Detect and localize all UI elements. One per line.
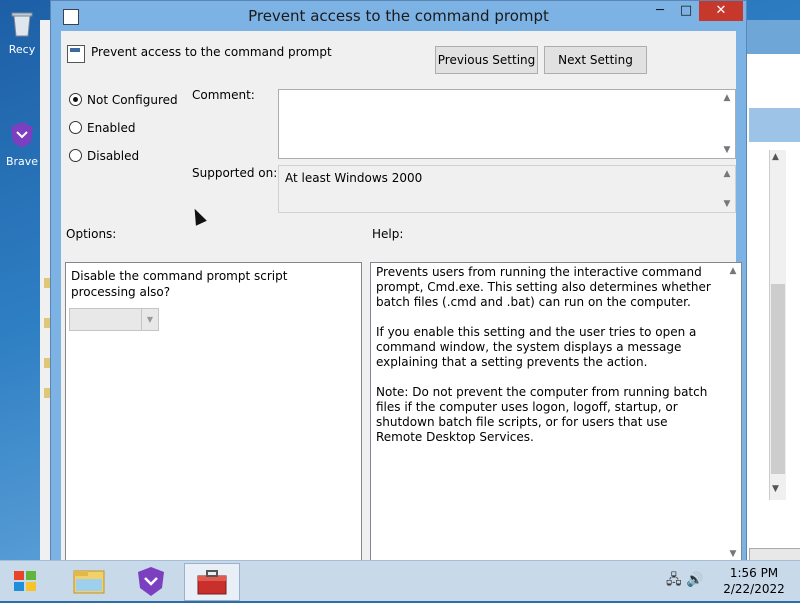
brave-icon (11, 122, 33, 148)
title-bar[interactable]: Prevent access to the command prompt ─ □… (51, 1, 746, 31)
radio-disabled[interactable]: Disabled (69, 149, 139, 163)
radio-button[interactable] (69, 149, 82, 162)
background-window-right: ▲ ▼ (740, 20, 800, 570)
desktop-icon-brave[interactable]: Brave (2, 120, 42, 168)
policy-title: Prevent access to the command prompt (91, 45, 332, 59)
selected-row (749, 108, 800, 142)
script-processing-dropdown[interactable]: ▼ (69, 308, 159, 331)
dialog-client: Prevent access to the command prompt Pre… (61, 31, 742, 563)
scroll-down-icon[interactable]: ▼ (772, 484, 779, 494)
previous-setting-button[interactable]: Previous Setting (435, 46, 538, 74)
window-header (741, 20, 800, 54)
taskbar: 🖧 🔊 1:56 PM 2/22/2022 (0, 560, 800, 601)
radio-label: Disabled (87, 149, 140, 163)
options-pane: Disable the command prompt script proces… (65, 262, 362, 563)
taskbar-clock[interactable]: 1:56 PM 2/22/2022 (712, 565, 796, 597)
clock-time: 1:56 PM (729, 566, 779, 580)
help-text: Prevents users from running the interact… (376, 265, 716, 460)
close-icon: ✕ (715, 3, 727, 18)
network-icon[interactable]: 🖧 (666, 572, 682, 588)
recycle-bin-icon (11, 12, 33, 37)
comment-scrollbar[interactable]: ▲ ▼ (719, 90, 735, 158)
close-button[interactable]: ✕ (699, 1, 743, 21)
taskbar-group-policy[interactable] (184, 563, 240, 601)
help-pane: Prevents users from running the interact… (370, 262, 742, 563)
comment-label: Comment: (192, 88, 255, 102)
help-paragraph: Prevents users from running the interact… (376, 265, 711, 309)
toolbox-icon (197, 570, 227, 595)
chevron-down-icon[interactable]: ▼ (141, 309, 158, 330)
volume-icon[interactable]: 🔊 (686, 572, 703, 588)
start-button[interactable] (6, 565, 46, 597)
radio-label: Not Configured (87, 93, 178, 107)
radio-not-configured[interactable]: Not Configured (69, 93, 178, 107)
radio-button[interactable] (69, 121, 82, 134)
help-paragraph: If you enable this setting and the user … (376, 325, 697, 369)
supported-on-label: Supported on: (192, 166, 278, 180)
policy-setting-icon (67, 45, 85, 63)
maximize-icon: □ (679, 3, 693, 18)
minimize-button[interactable]: ─ (647, 1, 673, 21)
scroll-up-icon[interactable]: ▲ (719, 166, 735, 182)
scroll-thumb[interactable] (771, 284, 785, 474)
brave-icon (138, 567, 164, 596)
policy-dialog: Prevent access to the command prompt ─ □… (50, 0, 747, 563)
next-setting-button[interactable]: Next Setting (544, 46, 647, 74)
supported-on-value: At least Windows 2000 (285, 171, 423, 185)
maximize-button[interactable]: □ (673, 1, 699, 21)
help-label: Help: (372, 227, 404, 241)
window-title: Prevent access to the command prompt (248, 7, 549, 25)
supported-scrollbar[interactable]: ▲ ▼ (719, 166, 735, 212)
system-tray[interactable]: 🖧 🔊 (666, 569, 706, 591)
scroll-down-icon[interactable]: ▼ (719, 196, 735, 212)
options-label: Options: (66, 227, 117, 241)
help-scrollbar[interactable]: ▲ ▼ (725, 263, 741, 562)
scroll-up-icon[interactable]: ▲ (719, 90, 735, 106)
radio-button[interactable] (69, 93, 82, 106)
scroll-up-icon[interactable]: ▲ (725, 263, 741, 279)
scrollbar[interactable]: ▲ ▼ (769, 150, 786, 500)
clock-date: 2/22/2022 (723, 582, 785, 596)
comment-field[interactable]: ▲ ▼ (278, 89, 736, 159)
option-prompt: Disable the command prompt script proces… (71, 269, 288, 299)
radio-label: Enabled (87, 121, 136, 135)
radio-enabled[interactable]: Enabled (69, 121, 136, 135)
taskbar-file-explorer[interactable] (62, 563, 116, 599)
desktop-icon-label: Recy (8, 43, 36, 56)
help-paragraph: Note: Do not prevent the computer from r… (376, 385, 708, 444)
desktop-icon-label: Brave (5, 155, 39, 168)
supported-on-field: At least Windows 2000 ▲ ▼ (278, 165, 736, 213)
windows-start-icon (14, 571, 36, 591)
file-explorer-icon (73, 570, 105, 594)
minimize-icon: ─ (656, 3, 664, 18)
taskbar-brave[interactable] (124, 563, 178, 599)
scroll-down-icon[interactable]: ▼ (719, 142, 735, 158)
desktop-icon-recycle-bin[interactable]: Recy (2, 8, 42, 56)
scroll-up-icon[interactable]: ▲ (772, 152, 779, 162)
